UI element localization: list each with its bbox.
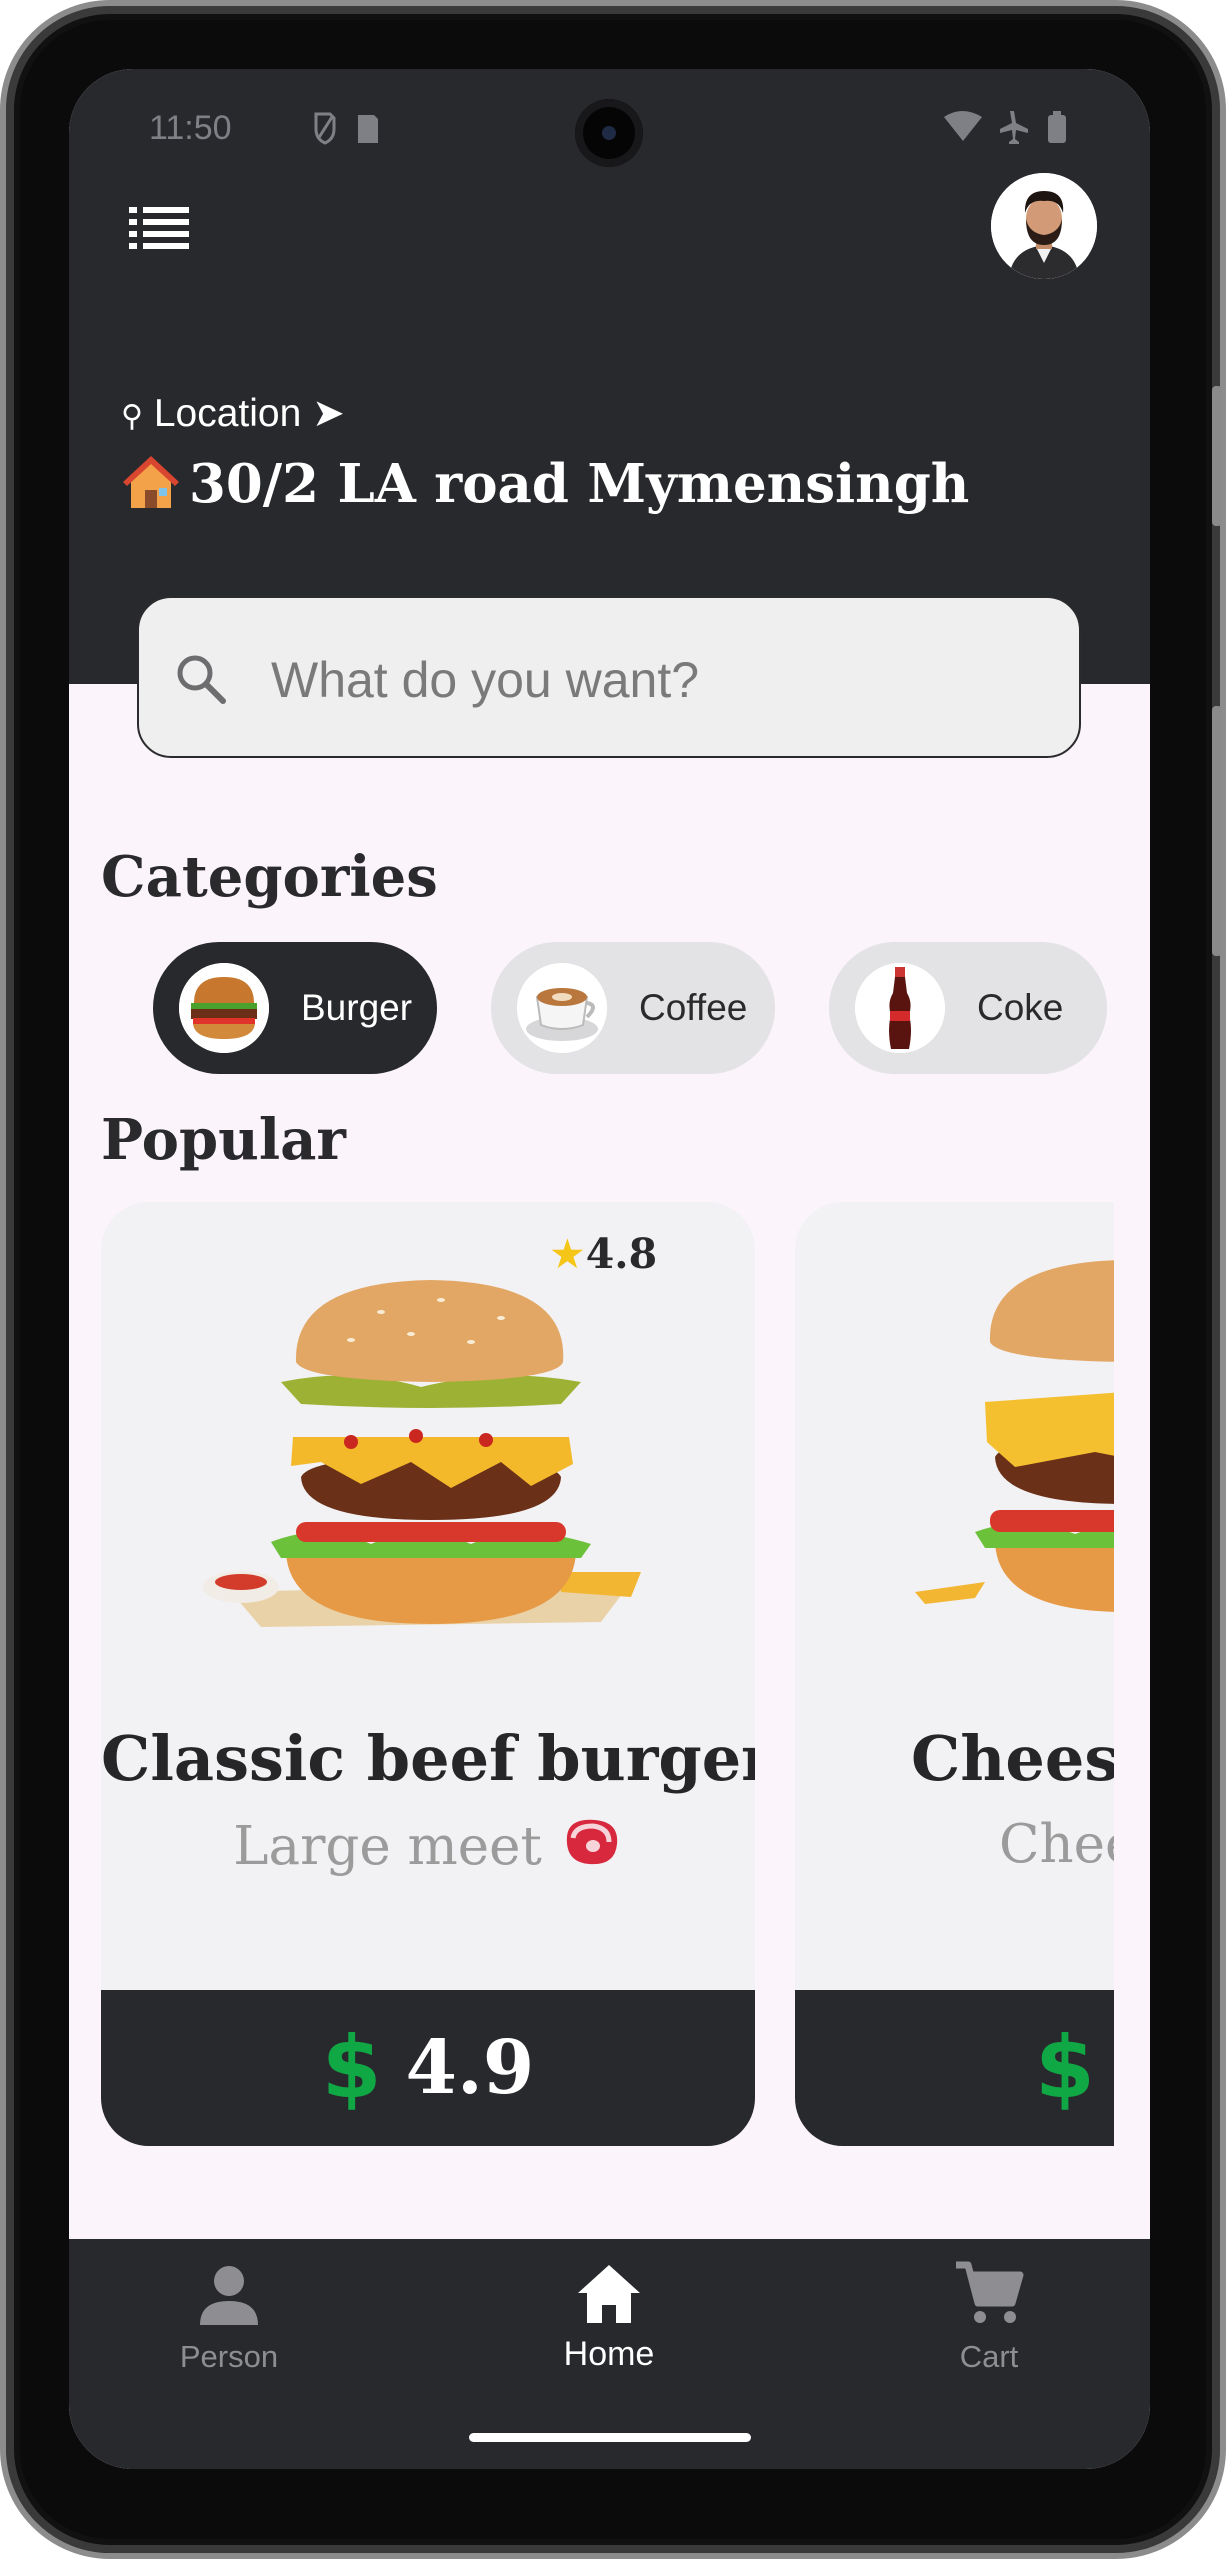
popular-title: Popular: [101, 1107, 346, 1173]
product-description-text: Large meet: [233, 1816, 542, 1877]
app-screen: 11:50 ⚲ Location ➤ 30/2 LA road Mymensin…: [69, 69, 1150, 2469]
profile-picture: [991, 173, 1097, 279]
product-name: Classic beef burger: [101, 1722, 755, 1795]
price-bar: $ 4.9: [101, 1990, 755, 2146]
power-button: [1212, 706, 1222, 956]
status-system-icons: [942, 109, 1072, 153]
search-icon: [177, 655, 226, 704]
coffee-thumbnail: [517, 963, 607, 1053]
nav-home-label: Home: [563, 2335, 655, 2373]
status-notification-icons: [312, 111, 392, 153]
product-description: Large meet: [101, 1814, 755, 1877]
coke-thumbnail: [855, 963, 945, 1053]
classic-beef-burger-image: [203, 1280, 641, 1627]
dollar-icon: $: [1035, 2018, 1095, 2118]
coke-bottle-image: [855, 963, 945, 1053]
pin-icon: ⚲: [121, 400, 143, 433]
house-icon: [123, 456, 179, 508]
home-icon: [578, 2265, 640, 2323]
nav-person[interactable]: Person: [99, 2259, 359, 2409]
meat-icon: [566, 1819, 617, 1865]
search-input[interactable]: [269, 634, 1033, 726]
category-chip-coke[interactable]: Coke: [829, 942, 1107, 1074]
product-price: 4.9: [405, 2025, 535, 2111]
volume-button: [1212, 386, 1222, 526]
product-name-text: Cheese: [911, 1722, 1114, 1795]
nav-home[interactable]: Home: [479, 2259, 739, 2409]
dollar-icon: $: [321, 2018, 382, 2118]
menu-button[interactable]: [129, 207, 191, 249]
coffee-image: [517, 963, 607, 1053]
category-label-coffee: Coffee: [639, 987, 748, 1028]
status-time: 11:50: [149, 109, 232, 147]
burger-image: [179, 963, 269, 1053]
nav-cart[interactable]: Cart: [859, 2259, 1119, 2409]
wifi-airplane-battery-icons: [944, 111, 1066, 144]
shield-sd-icons: [314, 112, 378, 145]
category-chip-burger[interactable]: Burger: [153, 942, 437, 1074]
nav-person-label: Person: [179, 2339, 279, 2374]
price-bar: $: [795, 1990, 1114, 2146]
category-chip-coffee[interactable]: Coffee: [491, 942, 775, 1074]
category-label-coke: Coke: [977, 987, 1064, 1028]
categories-title: Categories: [101, 844, 438, 910]
cheese-burger-image: [915, 1260, 1114, 1612]
location-label-row[interactable]: ⚲ Location ➤: [121, 391, 345, 436]
popular-card-classic-beef-burger[interactable]: ★4.8 Classic beef burger Large meet $ 4.…: [101, 1202, 755, 2146]
gesture-home-indicator[interactable]: [469, 2433, 751, 2442]
nav-cart-label: Cart: [959, 2339, 1019, 2374]
location-label: Location ➤: [153, 392, 345, 435]
front-camera: [575, 99, 643, 167]
popular-card-cheese-burger[interactable]: Cheese Chee $: [795, 1202, 1114, 2146]
card-clip: Cheese Chee $: [795, 1202, 1114, 2146]
cart-icon: [956, 2261, 1024, 2323]
category-label-burger: Burger: [301, 987, 413, 1028]
list-menu-icon: [129, 207, 189, 249]
product-description-text: Chee: [999, 1814, 1114, 1875]
user-avatar[interactable]: [991, 173, 1097, 279]
address-row[interactable]: 30/2 LA road Mymensingh: [121, 452, 969, 515]
search-bar[interactable]: [137, 596, 1081, 758]
address-text: 30/2 LA road Mymensingh: [189, 453, 970, 515]
person-icon: [200, 2266, 258, 2325]
burger-thumbnail: [179, 963, 269, 1053]
